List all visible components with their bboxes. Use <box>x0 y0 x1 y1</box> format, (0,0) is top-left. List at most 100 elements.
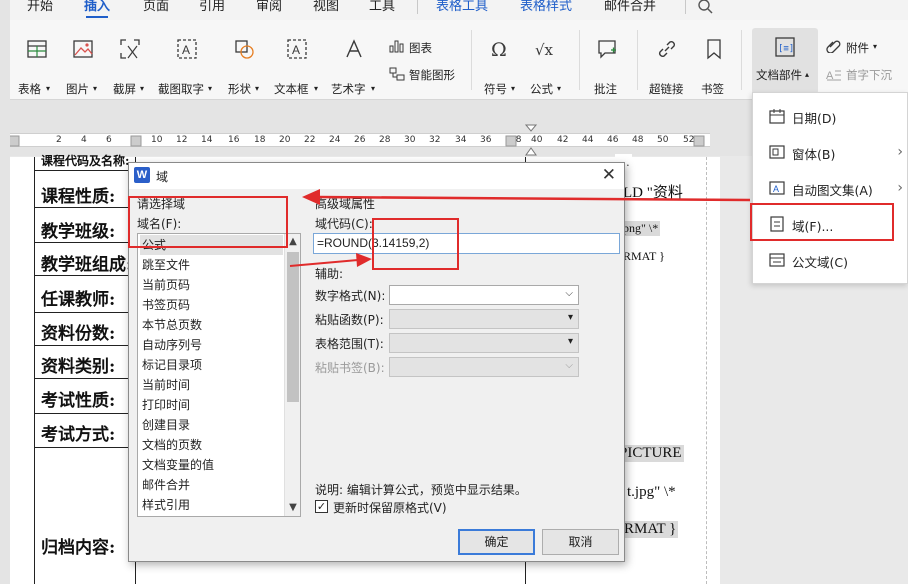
list-item[interactable]: 标记目录项 <box>140 355 283 375</box>
ruler-number: 4 <box>81 135 87 145</box>
chevron-down-icon: ⌵ <box>565 288 573 299</box>
menu-mail-merge[interactable]: 邮件合并 <box>604 0 656 20</box>
menu-item-date[interactable]: 日期(D) <box>753 98 908 134</box>
menu-insert[interactable]: 插入 <box>84 0 110 20</box>
field-code-input[interactable]: =ROUND(3.14159,2) <box>313 233 620 254</box>
list-item[interactable]: 自动序列号 <box>140 335 283 355</box>
number-format-select[interactable]: ⌵ <box>389 285 579 305</box>
table-border <box>34 242 135 243</box>
menu-item-label: 公文域(C) <box>792 255 848 270</box>
list-item[interactable]: 文档变量的值 <box>140 455 283 475</box>
menu-item-form[interactable]: 窗体(B) › <box>753 134 908 170</box>
field-code-text: RMAT } <box>622 521 679 538</box>
doc-parts-button[interactable]: [≡] 文档部件 ▴ <box>752 28 818 94</box>
ribbon-toolbar: 表格 ▾ 图片 ▾ 截屏 ▾ A 截图取字 ▾ 形状 ▾ A 文本框 ▾ 艺术字… <box>0 20 908 100</box>
ruler-number: 30 <box>404 135 416 145</box>
ruler-number: 36 <box>480 135 492 145</box>
list-item[interactable]: 当前页码 <box>140 275 283 295</box>
chevron-down-icon[interactable]: ▼ <box>285 500 301 516</box>
list-item[interactable]: 邮件合并 <box>140 475 283 495</box>
menu-separator <box>417 0 418 14</box>
ocr-icon: A <box>177 39 197 59</box>
horizontal-ruler[interactable]: 2 4 6 8 10 12 14 16 18 20 22 24 26 28 30… <box>0 133 710 147</box>
menu-review[interactable]: 审阅 <box>256 0 282 20</box>
table-border <box>34 207 135 208</box>
indent-marker-icon[interactable] <box>525 124 537 156</box>
column-marker-icon[interactable] <box>130 135 142 147</box>
table-range-select[interactable]: ▾ <box>389 333 579 353</box>
menu-view[interactable]: 视图 <box>313 0 339 20</box>
column-marker-icon[interactable] <box>505 135 517 147</box>
ruler-number: 46 <box>607 135 619 145</box>
annotation-box-field-code <box>372 218 459 270</box>
field-code-text: PICTURE <box>617 445 684 462</box>
ruler-number: 16 <box>228 135 240 145</box>
search-icon[interactable] <box>698 0 714 14</box>
row-label-course-nature: 课程性质: <box>41 187 116 207</box>
chart-button[interactable]: 图表 <box>409 40 432 56</box>
dialog-title: 域 <box>156 170 169 184</box>
chevron-down-icon: ⌵ <box>565 360 573 371</box>
chevron-down-icon: ▾ <box>567 336 573 347</box>
menu-home[interactable]: 开始 <box>27 0 53 20</box>
ribbon-separator <box>637 30 638 90</box>
scrollbar-thumb[interactable] <box>287 252 299 402</box>
list-item[interactable]: 文档的页数 <box>140 435 283 455</box>
ruler-number: 22 <box>304 135 316 145</box>
menu-table-style[interactable]: 表格样式 <box>520 0 572 20</box>
svg-text:√x: √x <box>535 41 554 59</box>
menu-item-official-field[interactable]: 公文域(C) <box>753 242 908 278</box>
menu-tools[interactable]: 工具 <box>369 0 395 20</box>
list-item[interactable]: 当前时间 <box>140 375 283 395</box>
list-item[interactable]: 书签页码 <box>140 295 283 315</box>
ruler-number: 10 <box>151 135 163 145</box>
dialog-titlebar[interactable]: W 域 ✕ <box>129 163 624 189</box>
smart-art-icon[interactable] <box>389 67 405 81</box>
ruler-number: 26 <box>354 135 366 145</box>
attachment-icon[interactable] <box>826 39 842 53</box>
row-label-archive-content: 归档内容: <box>41 538 116 558</box>
ruler-number: 24 <box>329 135 341 145</box>
table-border <box>34 275 135 276</box>
smart-art-button[interactable]: 智能图形 <box>409 67 455 83</box>
chevron-down-icon: ▾ <box>557 84 562 93</box>
chevron-down-icon: ▾ <box>46 84 51 93</box>
paste-function-select[interactable]: ▾ <box>389 309 579 329</box>
svg-text:A: A <box>182 43 190 57</box>
column-marker-icon[interactable] <box>693 135 705 147</box>
page-boundary <box>706 157 707 584</box>
aux-label: 辅助: <box>315 267 344 281</box>
cancel-button[interactable]: 取消 <box>542 529 619 555</box>
close-icon[interactable]: ✕ <box>602 165 616 185</box>
table-range-label: 表格范围(T): <box>315 337 384 351</box>
menu-page[interactable]: 页面 <box>143 0 169 20</box>
table-border <box>34 312 135 313</box>
list-item[interactable]: 创建目录 <box>140 415 283 435</box>
list-item[interactable]: 样式引用 <box>140 495 283 515</box>
chevron-down-icon: ▾ <box>314 84 319 93</box>
menu-item-autotext[interactable]: A 自动图文集(A) › <box>753 170 908 206</box>
list-item[interactable]: 打印时间 <box>140 395 283 415</box>
attachment-button[interactable]: 附件 <box>846 40 869 56</box>
menu-references[interactable]: 引用 <box>199 0 225 20</box>
chevron-right-icon: › <box>897 180 903 196</box>
ruler-number: 28 <box>379 135 391 145</box>
screenshot-label: 截屏 <box>113 82 136 96</box>
chevron-right-icon: › <box>897 144 903 160</box>
ruler-number: 32 <box>429 135 441 145</box>
field-code-text: t.jpg" \* <box>625 484 678 501</box>
ok-button[interactable]: 确定 <box>458 529 535 555</box>
list-scrollbar[interactable]: ▲ ▼ <box>284 234 300 516</box>
keep-format-checkbox[interactable]: ✓ <box>315 500 328 513</box>
svg-text:A: A <box>826 70 834 81</box>
table-border <box>34 157 35 584</box>
menu-table-tools[interactable]: 表格工具 <box>436 0 488 20</box>
description-text: 说明: 编辑计算公式，预览中显示结果。 <box>315 483 527 497</box>
chart-icon[interactable] <box>389 39 405 53</box>
chevron-down-icon: ▾ <box>93 84 98 93</box>
paste-function-label: 粘贴函数(P): <box>315 313 384 327</box>
list-item[interactable]: 跳至文件 <box>140 255 283 275</box>
list-item[interactable]: 本节总页数 <box>140 315 283 335</box>
field-names-list[interactable]: 公式 跳至文件 当前页码 书签页码 本节总页数 自动序列号 标记目录项 当前时间… <box>137 233 301 517</box>
picture-label: 图片 <box>66 82 89 96</box>
